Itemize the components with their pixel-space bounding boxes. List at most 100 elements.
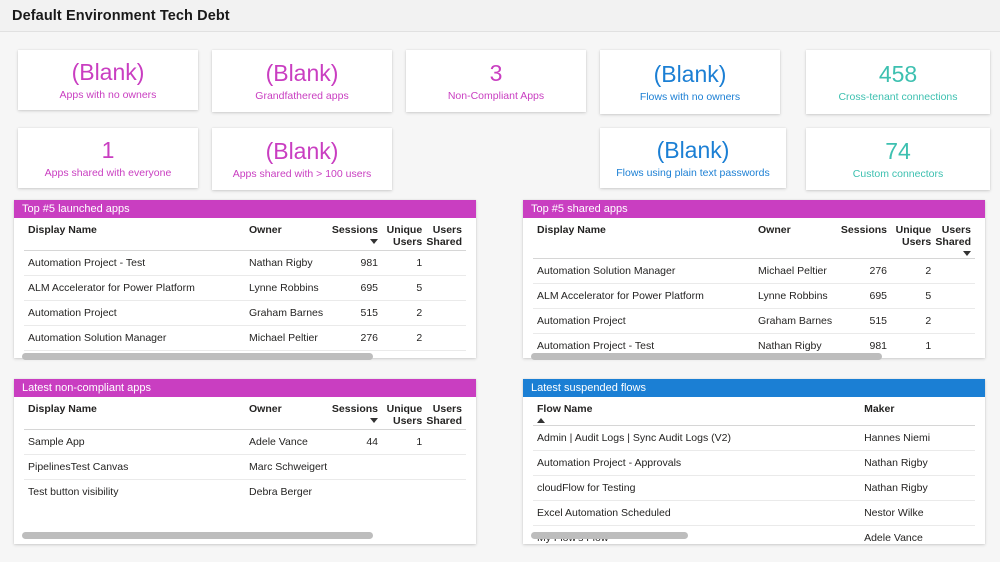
table-row[interactable]: Automation Project - TestNathan Rigby981… (24, 251, 466, 276)
table-cell: Admin | Audit Logs | Sync Audit Logs (V2… (533, 426, 860, 451)
sort-descending-icon[interactable] (370, 418, 378, 423)
column-header[interactable]: Users Shared (426, 397, 466, 430)
column-header[interactable]: Display Name (24, 397, 245, 430)
kpi-card[interactable]: (Blank)Apps shared with > 100 users (212, 128, 392, 190)
column-header[interactable]: Display Name (533, 218, 754, 259)
kpi-label: Non-Compliant Apps (448, 89, 544, 103)
column-header[interactable]: Maker (860, 397, 975, 426)
sort-descending-icon[interactable] (963, 251, 971, 256)
kpi-label: Custom connectors (853, 167, 943, 181)
table-row[interactable]: Automation Solution ManagerMichael Pelti… (533, 259, 975, 284)
table-title-bar: Top #5 shared apps (523, 200, 985, 218)
column-header[interactable]: Sessions (333, 397, 382, 430)
horizontal-scrollbar[interactable] (22, 532, 373, 539)
column-header-label: Owner (249, 224, 329, 236)
table-row[interactable]: Sample AppAdele Vance441 (24, 430, 466, 455)
table-row[interactable]: Automation ProjectGraham Barnes5152 (24, 301, 466, 326)
kpi-value: (Blank) (266, 138, 339, 164)
table-cell: Automation Project - Test (24, 251, 245, 276)
sort-descending-icon[interactable] (370, 239, 378, 244)
table-cell (382, 480, 426, 505)
column-header-label: Unique Users (386, 224, 422, 248)
table-row[interactable]: Automation Project - ApprovalsNathan Rig… (533, 451, 975, 476)
table-cell: Lynne Robbins (245, 276, 333, 301)
column-header[interactable]: Owner (245, 218, 333, 251)
kpi-card[interactable]: (Blank)Grandfathered apps (212, 50, 392, 112)
table-row[interactable]: Excel Automation ScheduledNestor Wilke (533, 501, 975, 526)
table-cell (935, 334, 975, 359)
page-title: Default Environment Tech Debt (12, 8, 230, 24)
table-row[interactable]: cloudFlow for TestingNathan Rigby (533, 476, 975, 501)
table-cell: 695 (842, 284, 891, 309)
table-cell: Nestor Wilke (860, 501, 975, 526)
column-header-label: Unique Users (895, 224, 931, 248)
column-header-label: Maker (864, 403, 971, 415)
column-header[interactable]: Unique Users (891, 218, 935, 259)
column-header[interactable]: Sessions (842, 218, 891, 259)
column-header[interactable]: Owner (245, 397, 333, 430)
column-header[interactable]: Sessions (333, 218, 382, 251)
kpi-label: Grandfathered apps (255, 89, 348, 103)
kpi-card[interactable]: (Blank)Flows using plain text passwords (600, 128, 786, 188)
table-row[interactable]: Automation Solution ManagerMichael Pelti… (24, 326, 466, 351)
column-header[interactable]: Flow Name (533, 397, 860, 426)
kpi-card[interactable]: 458Cross-tenant connections (806, 50, 990, 114)
kpi-label: Apps shared with everyone (45, 166, 172, 180)
table-cell: Lynne Robbins (754, 284, 842, 309)
kpi-card[interactable]: (Blank)Flows with no owners (600, 50, 780, 114)
horizontal-scrollbar[interactable] (531, 353, 882, 360)
column-header[interactable]: Users Shared (426, 218, 466, 251)
column-header[interactable]: Unique Users (382, 218, 426, 251)
table-cell: Hannes Niemi (860, 426, 975, 451)
table-cell: 5 (891, 284, 935, 309)
table-row[interactable]: ALM Accelerator for Power PlatformLynne … (24, 276, 466, 301)
table-row[interactable]: Test button visibilityDebra Berger (24, 480, 466, 505)
table-row[interactable]: ALM Accelerator for Power PlatformLynne … (533, 284, 975, 309)
kpi-label: Cross-tenant connections (838, 90, 957, 104)
column-header[interactable]: Unique Users (382, 397, 426, 430)
column-header[interactable]: Display Name (24, 218, 245, 251)
table-cell: Michael Peltier (754, 259, 842, 284)
table-cell (935, 309, 975, 334)
table-cell: Nathan Rigby (245, 251, 333, 276)
horizontal-scrollbar[interactable] (531, 532, 688, 539)
table-cell: 2 (891, 309, 935, 334)
table-header-row: Display NameOwnerSessionsUnique UsersUse… (24, 397, 466, 430)
table-cell: Nathan Rigby (860, 476, 975, 501)
column-header-label: Display Name (28, 224, 241, 236)
table-row[interactable]: Admin | Audit Logs | Sync Audit Logs (V2… (533, 426, 975, 451)
window-titlebar: Default Environment Tech Debt (0, 0, 1000, 32)
table-cell: Graham Barnes (754, 309, 842, 334)
kpi-card[interactable]: 74Custom connectors (806, 128, 990, 190)
kpi-card[interactable]: (Blank)Apps with no owners (18, 50, 198, 110)
table-cell (426, 276, 466, 301)
kpi-label: Flows with no owners (640, 90, 740, 104)
column-header-label: Flow Name (537, 403, 856, 415)
kpi-card[interactable]: 3Non-Compliant Apps (406, 50, 586, 112)
column-header[interactable]: Users Shared (935, 218, 975, 259)
table-cell: Automation Project (533, 309, 754, 334)
table-cell (426, 430, 466, 455)
table-cell: Excel Automation Scheduled (533, 501, 860, 526)
column-header-label: Sessions (841, 224, 887, 236)
horizontal-scrollbar[interactable] (22, 353, 373, 360)
table-grid-area: Display Name Owner SessionsUnique UsersUse… (14, 218, 476, 358)
table-cell (333, 480, 382, 505)
table-row[interactable]: PipelinesTest CanvasMarc Schweigert (24, 455, 466, 480)
table-cell: Automation Solution Manager (24, 326, 245, 351)
table-cell (426, 301, 466, 326)
table-grid-area: Display NameOwnerSessions Unique UsersUse… (523, 218, 985, 358)
sort-ascending-icon[interactable] (537, 418, 545, 423)
kpi-value: (Blank) (72, 59, 145, 85)
table-cell: Michael Peltier (245, 326, 333, 351)
table-row[interactable]: Automation ProjectGraham Barnes5152 (533, 309, 975, 334)
table-title-bar: Latest suspended flows (523, 379, 985, 397)
table-cell: 2 (382, 326, 426, 351)
table-header-row: Display Name Owner SessionsUnique UsersUse… (24, 218, 466, 251)
table-cell: Adele Vance (245, 430, 333, 455)
table-cell (382, 455, 426, 480)
table-cell: 1 (891, 334, 935, 359)
kpi-value: (Blank) (657, 137, 730, 163)
kpi-card[interactable]: 1Apps shared with everyone (18, 128, 198, 188)
column-header[interactable]: Owner (754, 218, 842, 259)
